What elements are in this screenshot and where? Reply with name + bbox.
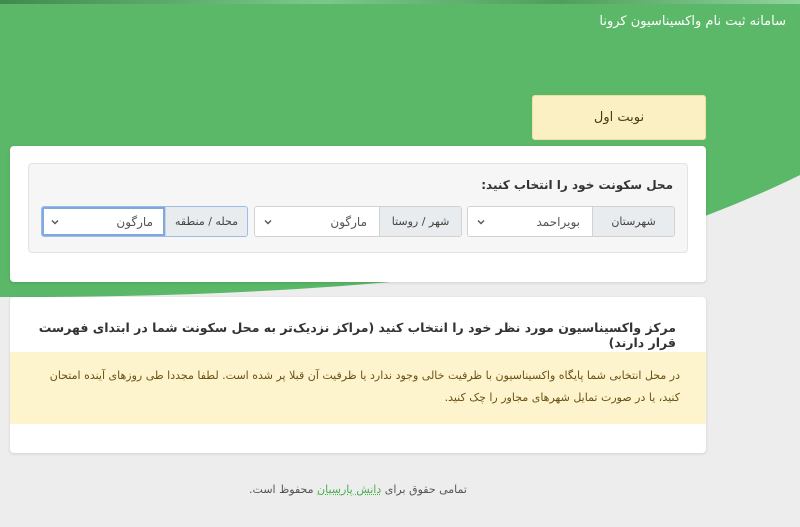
city-select-group: شهر / روستا مارگون (254, 206, 462, 237)
district-select-group: محله / منطقه مارگون (41, 206, 248, 237)
county-value: بویراحمد (536, 214, 581, 229)
city-value: مارگون (330, 214, 367, 229)
chevron-down-icon (51, 219, 59, 224)
footer: تمامی حقوق برای دانش پارسیان محفوظ است. (0, 483, 716, 496)
footer-prefix: تمامی حقوق برای (384, 483, 467, 496)
chevron-down-icon (264, 219, 272, 224)
location-label: محل سکونت خود را انتخاب کنید: (481, 178, 673, 192)
chevron-down-icon (477, 219, 485, 224)
county-select[interactable]: بویراحمد (468, 207, 592, 236)
location-card: محل سکونت خود را انتخاب کنید: شهرستان بو… (10, 146, 706, 282)
county-label: شهرستان (592, 207, 674, 236)
district-select[interactable]: مارگون (42, 207, 165, 236)
county-select-group: شهرستان بویراحمد (467, 206, 675, 237)
tab-first-dose[interactable]: نوبت اول (532, 95, 706, 140)
footer-link[interactable]: دانش پارسیان (317, 483, 381, 496)
district-label: محله / منطقه (165, 207, 247, 236)
no-capacity-alert: در محل انتخابی شما پایگاه واکسیناسیون با… (10, 352, 706, 424)
vaccination-center-card: مرکز واکسیناسیون مورد نظر خود را انتخاب … (10, 297, 706, 453)
footer-suffix: محفوظ است. (249, 483, 314, 496)
center-title: مرکز واکسیناسیون مورد نظر خود را انتخاب … (38, 320, 676, 350)
location-selector: محل سکونت خود را انتخاب کنید: شهرستان بو… (28, 163, 688, 253)
app-title: سامانه ثبت نام واکسیناسیون کرونا (599, 14, 786, 29)
city-label: شهر / روستا (379, 207, 461, 236)
city-select[interactable]: مارگون (255, 207, 379, 236)
district-value: مارگون (116, 214, 153, 229)
